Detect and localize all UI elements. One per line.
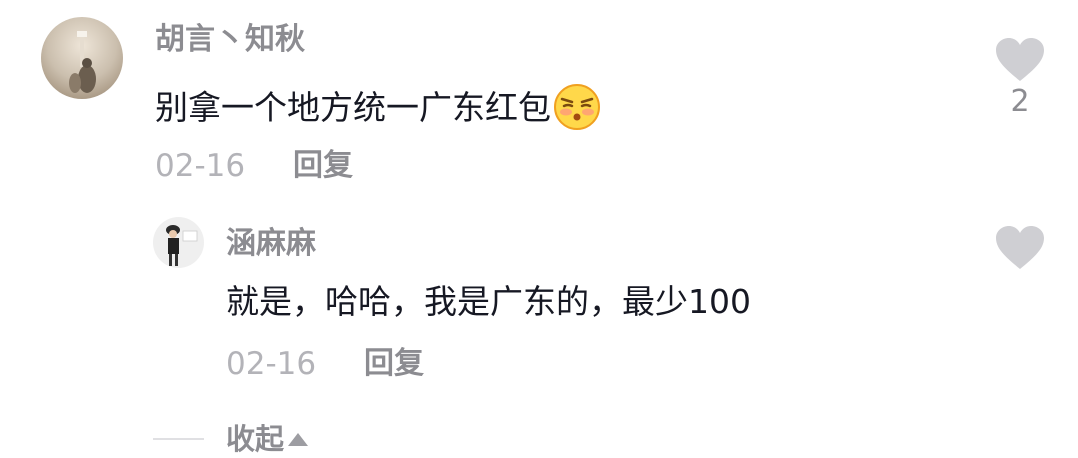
divider-line — [153, 438, 204, 440]
collapse-label: 收起 — [226, 421, 285, 456]
replier-username[interactable]: 涵麻麻 — [226, 229, 316, 259]
reply-date: 02-16 — [226, 346, 317, 382]
comment-text: 别拿一个地方统一广东红包 — [155, 83, 601, 131]
commenter-username[interactable]: 胡言丶知秋 — [155, 25, 305, 55]
comment-body: 别拿一个地方统一广东红包 — [155, 87, 551, 127]
smirk-blush-emoji — [553, 83, 601, 131]
collapse-replies-button[interactable]: 收起 — [153, 421, 309, 456]
like-button[interactable]: 2 — [994, 37, 1046, 117]
comment-thread: 胡言丶知秋 别拿一个地方统一广东红包 02-16 回复 2 涵麻麻 就是，哈哈，… — [0, 0, 1078, 458]
heart-icon — [996, 226, 1044, 269]
comment-date: 02-16 — [155, 148, 246, 184]
replier-avatar[interactable] — [153, 217, 204, 268]
reply-button[interactable]: 回复 — [293, 151, 353, 181]
heart-icon — [996, 38, 1044, 81]
reply-text: 就是，哈哈，我是广东的，最少100 — [226, 282, 751, 321]
reply-to-reply-button[interactable]: 回复 — [364, 349, 424, 379]
reply-like-button[interactable] — [994, 225, 1046, 271]
triangle-up-icon — [288, 432, 309, 446]
like-count: 2 — [1010, 84, 1030, 119]
commenter-avatar[interactable] — [41, 17, 123, 99]
